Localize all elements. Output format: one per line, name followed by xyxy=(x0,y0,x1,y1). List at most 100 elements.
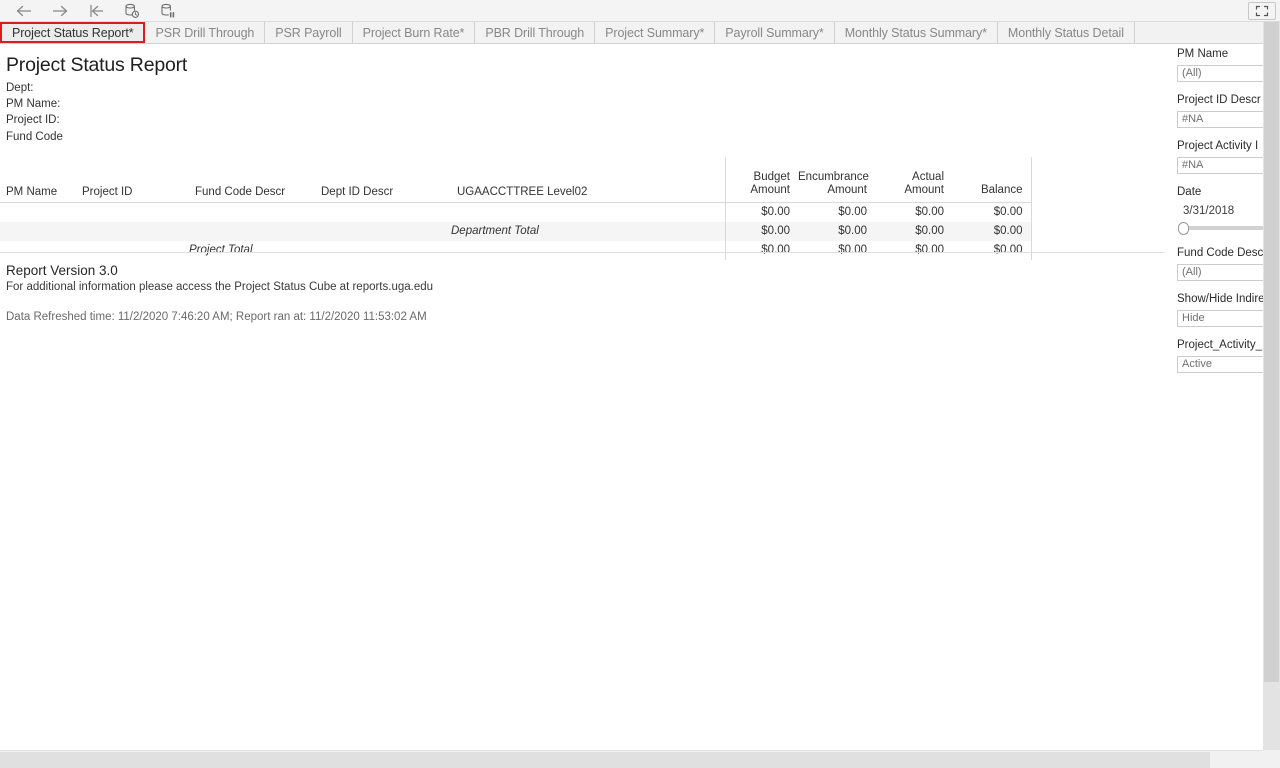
toolbar-button-group xyxy=(6,0,186,22)
row-cell-empty xyxy=(189,221,315,241)
tab-strip-filler xyxy=(1134,22,1280,43)
filter-project-activity: Project_Activity_ Active xyxy=(1177,338,1263,373)
measure-cell: $0.00 xyxy=(952,221,1032,241)
fullscreen-icon xyxy=(1255,5,1269,17)
filter-dropdown[interactable]: (All) xyxy=(1177,65,1263,82)
row-cell-empty xyxy=(189,202,315,222)
horizontal-scrollbar[interactable] xyxy=(0,750,1263,768)
tab-label: Payroll Summary* xyxy=(725,25,824,40)
dashboard-tab-strip: Project Status Report* PSR Drill Through P… xyxy=(0,22,1280,44)
back-button[interactable] xyxy=(6,1,42,22)
horizontal-scrollbar-thumb[interactable] xyxy=(0,752,1210,768)
row-cell-empty xyxy=(0,241,76,260)
crosstab-measure-header[interactable]: Budget Amount xyxy=(724,157,798,203)
measure-header-line1: Actual xyxy=(912,170,944,183)
crosstab-body: $0.00 $0.00 $0.00 $0.00 Department Total $0.0… xyxy=(0,202,1032,260)
measure-cell: $0.00 xyxy=(798,221,875,241)
arrow-right-icon xyxy=(53,5,68,17)
report-footer: Report Version 3.0 For additional inform… xyxy=(6,262,906,325)
crosstab-dim-header[interactable]: Project ID xyxy=(76,157,189,203)
row-cell-empty xyxy=(76,202,189,222)
filter-value: 3/31/2018 xyxy=(1183,205,1235,217)
filter-label: Date xyxy=(1177,186,1202,198)
crosstab-dim-header[interactable]: Dept ID Descr xyxy=(315,157,451,203)
filter-dropdown[interactable]: #NA xyxy=(1177,111,1263,128)
top-toolbar xyxy=(0,0,1280,22)
measure-header-line1: Encumbrance xyxy=(798,170,869,183)
filter-dropdown[interactable]: Active xyxy=(1177,356,1263,373)
row-cell-empty xyxy=(315,221,451,241)
measure-header-line1: Budget xyxy=(753,170,790,183)
table-row[interactable]: $0.00 $0.00 $0.00 $0.00 xyxy=(0,202,1032,222)
filter-pm-name: PM Name (All) xyxy=(1177,47,1263,82)
refresh-data-button[interactable] xyxy=(114,1,150,22)
tab-pbr-drill-through[interactable]: PBR Drill Through xyxy=(475,22,596,43)
page-title: Project Status Report xyxy=(6,54,188,76)
tab-project-status-report[interactable]: Project Status Report* xyxy=(0,22,146,43)
crosstab-measure-header[interactable]: Encumbrance Amount xyxy=(798,157,875,203)
measure-cell: $0.00 xyxy=(724,240,798,260)
crosstab-header-row: PM Name Project ID Fund Code Descr Dept ID … xyxy=(0,157,1032,203)
forward-button[interactable] xyxy=(42,1,78,22)
refresh-data-icon xyxy=(125,3,140,18)
pause-updates-icon xyxy=(161,3,175,18)
crosstab-dim-header[interactable]: PM Name xyxy=(0,157,76,203)
vertical-scrollbar-thumb[interactable] xyxy=(1264,22,1279,682)
tab-label: Project Status Report* xyxy=(12,25,134,40)
row-cell-empty xyxy=(0,221,76,241)
measure-cell: $0.00 xyxy=(724,221,798,241)
tab-monthly-status-detail[interactable]: Monthly Status Detail xyxy=(997,22,1135,43)
filter-value: (All) xyxy=(1182,266,1202,278)
filter-fund-code-descr: Fund Code Descr (All) xyxy=(1177,246,1263,281)
row-label: Project Total xyxy=(189,243,253,256)
tab-project-summary[interactable]: Project Summary* xyxy=(595,22,716,43)
filter-dropdown[interactable]: #NA xyxy=(1177,157,1263,174)
filter-date: Date 3/31/2018 xyxy=(1177,185,1263,235)
report-parameter: Dept: xyxy=(6,82,34,94)
crosstab: PM Name Project ID Fund Code Descr Dept ID … xyxy=(0,157,1032,260)
table-row[interactable]: Project Total $0.00 $0.00 $0.00 $0.00 xyxy=(0,240,1032,260)
pause-updates-button[interactable] xyxy=(150,1,186,22)
report-canvas: Project Status Report Dept: PM Name: Proje… xyxy=(0,44,1165,750)
measure-header-line1: Balance xyxy=(980,184,1023,196)
crosstab-dim-header[interactable]: Fund Code Descr xyxy=(189,157,315,203)
filter-dropdown[interactable]: Hide xyxy=(1177,310,1263,327)
table-row[interactable]: Department Total $0.00 $0.00 $0.00 $0.00 xyxy=(0,221,1032,241)
row-label: Department Total xyxy=(451,221,725,241)
measure-cell: $0.00 xyxy=(915,205,944,218)
report-parameter: PM Name: xyxy=(6,98,61,111)
tab-label: Project Burn Rate* xyxy=(362,25,465,40)
tab-psr-drill-through[interactable]: PSR Drill Through xyxy=(145,22,266,43)
slider-track[interactable] xyxy=(1183,226,1263,230)
revert-icon xyxy=(90,4,103,18)
row-cell-empty xyxy=(451,202,725,222)
report-info-text: For additional information please access… xyxy=(6,281,434,293)
tab-label: Monthly Status Summary* xyxy=(844,25,987,40)
row-cell-empty xyxy=(315,202,451,222)
tab-psr-payroll[interactable]: PSR Payroll xyxy=(265,22,353,43)
tab-project-burn-rate[interactable]: Project Burn Rate* xyxy=(352,22,476,43)
slider-handle[interactable] xyxy=(1178,222,1189,235)
measure-cell: $0.00 xyxy=(838,205,867,218)
scrollbar-corner xyxy=(1263,750,1280,768)
date-slider[interactable] xyxy=(1177,221,1263,235)
application-window: Project Status Report* PSR Drill Through P… xyxy=(0,0,1280,768)
crosstab-dim-header[interactable]: UGAACCTTREE Level02 xyxy=(451,157,725,203)
measure-header-line2: Amount xyxy=(750,184,790,196)
filter-show-hide-indire: Show/Hide Indire Hide xyxy=(1177,292,1263,327)
row-cell-empty xyxy=(76,241,189,260)
report-parameter: Fund Code xyxy=(6,130,63,143)
crosstab-measure-header[interactable]: Balance xyxy=(952,157,1032,203)
vertical-scrollbar[interactable] xyxy=(1263,22,1280,750)
footer-divider xyxy=(0,252,1165,253)
row-cell-empty xyxy=(315,241,451,260)
crosstab-measure-header[interactable]: Actual Amount xyxy=(875,157,952,203)
filter-dropdown[interactable]: (All) xyxy=(1177,264,1263,281)
tab-monthly-status-summary[interactable]: Monthly Status Summary* xyxy=(834,22,998,43)
measure-cell: $0.00 xyxy=(875,221,952,241)
revert-button[interactable] xyxy=(78,1,114,22)
tab-payroll-summary[interactable]: Payroll Summary* xyxy=(715,22,835,43)
tab-label: PBR Drill Through xyxy=(485,25,585,40)
tab-label: Project Summary* xyxy=(605,25,705,40)
fullscreen-button[interactable] xyxy=(1248,2,1276,20)
